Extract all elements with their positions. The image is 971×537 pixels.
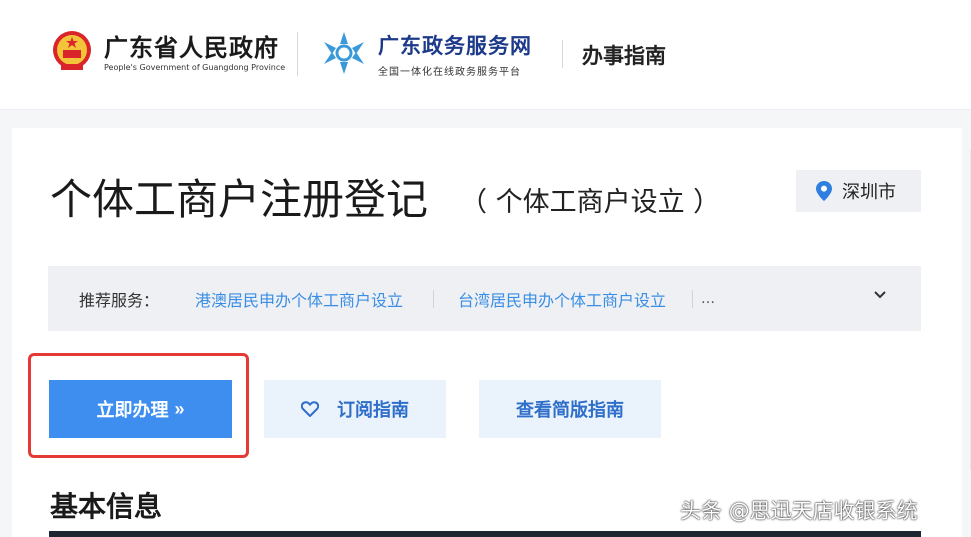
apply-now-label: 立即办理 bbox=[96, 400, 169, 420]
simple-guide-label: 查看简版指南 bbox=[516, 400, 624, 420]
section-heading: 办事指南 bbox=[582, 44, 666, 68]
gov-title: 广东省人民政府 bbox=[104, 34, 279, 62]
header-divider bbox=[562, 40, 563, 68]
city-selector[interactable]: 深圳市 bbox=[796, 170, 921, 212]
apply-now-button[interactable]: 立即办理 » bbox=[49, 380, 232, 438]
recommend-link-taiwan[interactable]: 台湾居民申办个体工商户设立 bbox=[458, 287, 666, 311]
double-arrow-icon: » bbox=[174, 398, 185, 419]
basic-info-heading: 基本信息 bbox=[50, 490, 163, 523]
watermark: 头条 @思迅天店收银系统 bbox=[680, 499, 918, 523]
subscribe-label: 订阅指南 bbox=[337, 400, 409, 420]
recommend-more: … bbox=[701, 290, 716, 307]
recommend-link-hk-macao[interactable]: 港澳居民申办个体工商户设立 bbox=[195, 287, 403, 311]
snowflake-logo-icon bbox=[324, 32, 364, 74]
recommend-divider bbox=[433, 289, 435, 308]
service-title: 广东政务服务网 bbox=[378, 34, 532, 58]
recommend-divider bbox=[692, 289, 694, 308]
simple-guide-button[interactable]: 查看简版指南 bbox=[479, 380, 661, 438]
chevron-down-icon[interactable] bbox=[873, 288, 887, 302]
site-header: 广东省人民政府 People's Government of Guangdong… bbox=[0, 0, 971, 110]
page-subtitle: （ 个体工商户设立 ） bbox=[460, 187, 721, 218]
city-label: 深圳市 bbox=[842, 182, 896, 203]
recommended-services: 推荐服务： 港澳居民申办个体工商户设立 台湾居民申办个体工商户设立 … bbox=[48, 266, 921, 331]
gov-subtitle: People's Government of Guangdong Provinc… bbox=[104, 63, 286, 72]
heart-icon bbox=[301, 401, 319, 417]
page-title: 个体工商户注册登记 bbox=[50, 175, 429, 224]
recommend-label: 推荐服务： bbox=[79, 290, 160, 310]
subscribe-guide-button[interactable]: 订阅指南 bbox=[264, 380, 446, 438]
header-divider bbox=[297, 32, 298, 76]
national-emblem-icon bbox=[53, 31, 91, 70]
service-subtitle: 全国一体化在线政务服务平台 bbox=[378, 67, 521, 78]
location-pin-icon bbox=[816, 181, 832, 201]
section-bar bbox=[49, 531, 921, 537]
